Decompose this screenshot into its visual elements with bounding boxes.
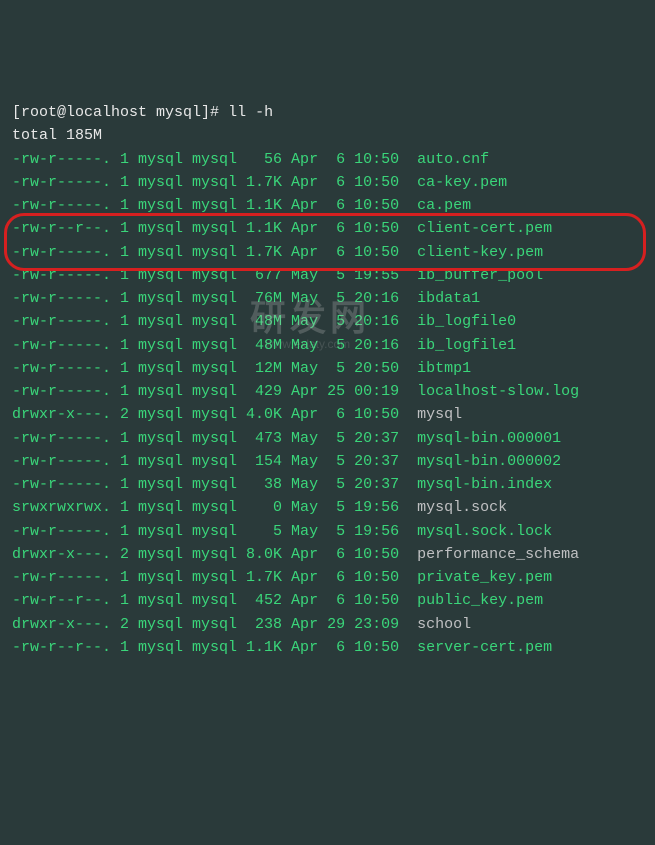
permissions: -rw-r-----. [12,523,111,540]
file-row: drwxr-x---. 2 mysql mysql 238 Apr 29 23:… [12,613,643,636]
file-row: -rw-r--r--. 1 mysql mysql 452 Apr 6 10:5… [12,589,643,612]
permissions: -rw-r-----. [12,151,111,168]
file-row: -rw-r-----. 1 mysql mysql 12M May 5 20:5… [12,357,643,380]
file-row: -rw-r-----. 1 mysql mysql 677 May 5 19:5… [12,264,643,287]
file-row: -rw-r-----. 1 mysql mysql 5 May 5 19:56 … [12,520,643,543]
file-row: -rw-r-----. 1 mysql mysql 48M May 5 20:1… [12,310,643,333]
prompt-line: [root@localhost mysql]# ll -h [12,101,643,124]
file-name: localhost-slow.log [417,383,579,400]
file-row: -rw-r-----. 1 mysql mysql 56 Apr 6 10:50… [12,148,643,171]
file-name: private_key.pem [417,569,552,586]
permissions: -rw-r-----. [12,267,111,284]
permissions: -rw-r-----. [12,360,111,377]
permissions: srwxrwxrwx. [12,499,111,516]
permissions: -rw-r-----. [12,430,111,447]
permissions: -rw-r-----. [12,476,111,493]
file-name: ibtmp1 [417,360,471,377]
permissions: -rw-r-----. [12,290,111,307]
permissions: -rw-r--r--. [12,220,111,237]
file-name: mysql-bin.000002 [417,453,561,470]
permissions: -rw-r--r--. [12,592,111,609]
file-row: -rw-r-----. 1 mysql mysql 38 May 5 20:37… [12,473,643,496]
file-row: -rw-r-----. 1 mysql mysql 473 May 5 20:3… [12,427,643,450]
file-row: drwxr-x---. 2 mysql mysql 8.0K Apr 6 10:… [12,543,643,566]
file-name: client-key.pem [417,244,543,261]
file-name: mysql [417,406,462,423]
file-row: -rw-r-----. 1 mysql mysql 76M May 5 20:1… [12,287,643,310]
file-name: mysql-bin.index [417,476,552,493]
file-name: performance_schema [417,546,579,563]
permissions: -rw-r-----. [12,244,111,261]
permissions: drwxr-x---. [12,616,111,633]
file-row: drwxr-x---. 2 mysql mysql 4.0K Apr 6 10:… [12,403,643,426]
file-name: public_key.pem [417,592,543,609]
file-row: -rw-r--r--. 1 mysql mysql 1.1K Apr 6 10:… [12,217,643,240]
total-line: total 185M [12,124,643,147]
file-row: -rw-r-----. 1 mysql mysql 1.7K Apr 6 10:… [12,171,643,194]
file-row: -rw-r-----. 1 mysql mysql 154 May 5 20:3… [12,450,643,473]
file-name: mysql-bin.000001 [417,430,561,447]
file-row: -rw-r-----. 1 mysql mysql 1.1K Apr 6 10:… [12,194,643,217]
file-row: -rw-r-----. 1 mysql mysql 1.7K Apr 6 10:… [12,566,643,589]
file-name: ib_logfile1 [417,337,516,354]
permissions: drwxr-x---. [12,406,111,423]
file-name: ib_buffer_pool [417,267,543,284]
file-name: ibdata1 [417,290,480,307]
permissions: -rw-r-----. [12,197,111,214]
file-row: -rw-r--r--. 1 mysql mysql 1.1K Apr 6 10:… [12,636,643,659]
permissions: -rw-r-----. [12,313,111,330]
permissions: -rw-r-----. [12,453,111,470]
permissions: -rw-r-----. [12,337,111,354]
permissions: -rw-r-----. [12,174,111,191]
file-row: -rw-r-----. 1 mysql mysql 429 Apr 25 00:… [12,380,643,403]
file-name: auto.cnf [417,151,489,168]
permissions: -rw-r--r--. [12,639,111,656]
file-row: srwxrwxrwx. 1 mysql mysql 0 May 5 19:56 … [12,496,643,519]
file-name: ca-key.pem [417,174,507,191]
file-name: school [417,616,471,633]
file-name: server-cert.pem [417,639,552,656]
file-name: ca.pem [417,197,471,214]
file-row: -rw-r-----. 1 mysql mysql 1.7K Apr 6 10:… [12,241,643,264]
file-name: mysql.sock.lock [417,523,552,540]
permissions: drwxr-x---. [12,546,111,563]
permissions: -rw-r-----. [12,569,111,586]
permissions: -rw-r-----. [12,383,111,400]
file-row: -rw-r-----. 1 mysql mysql 48M May 5 20:1… [12,334,643,357]
file-name: mysql.sock [417,499,507,516]
file-name: client-cert.pem [417,220,552,237]
file-name: ib_logfile0 [417,313,516,330]
terminal-output: [root@localhost mysql]# ll -htotal 185M-… [12,101,643,659]
